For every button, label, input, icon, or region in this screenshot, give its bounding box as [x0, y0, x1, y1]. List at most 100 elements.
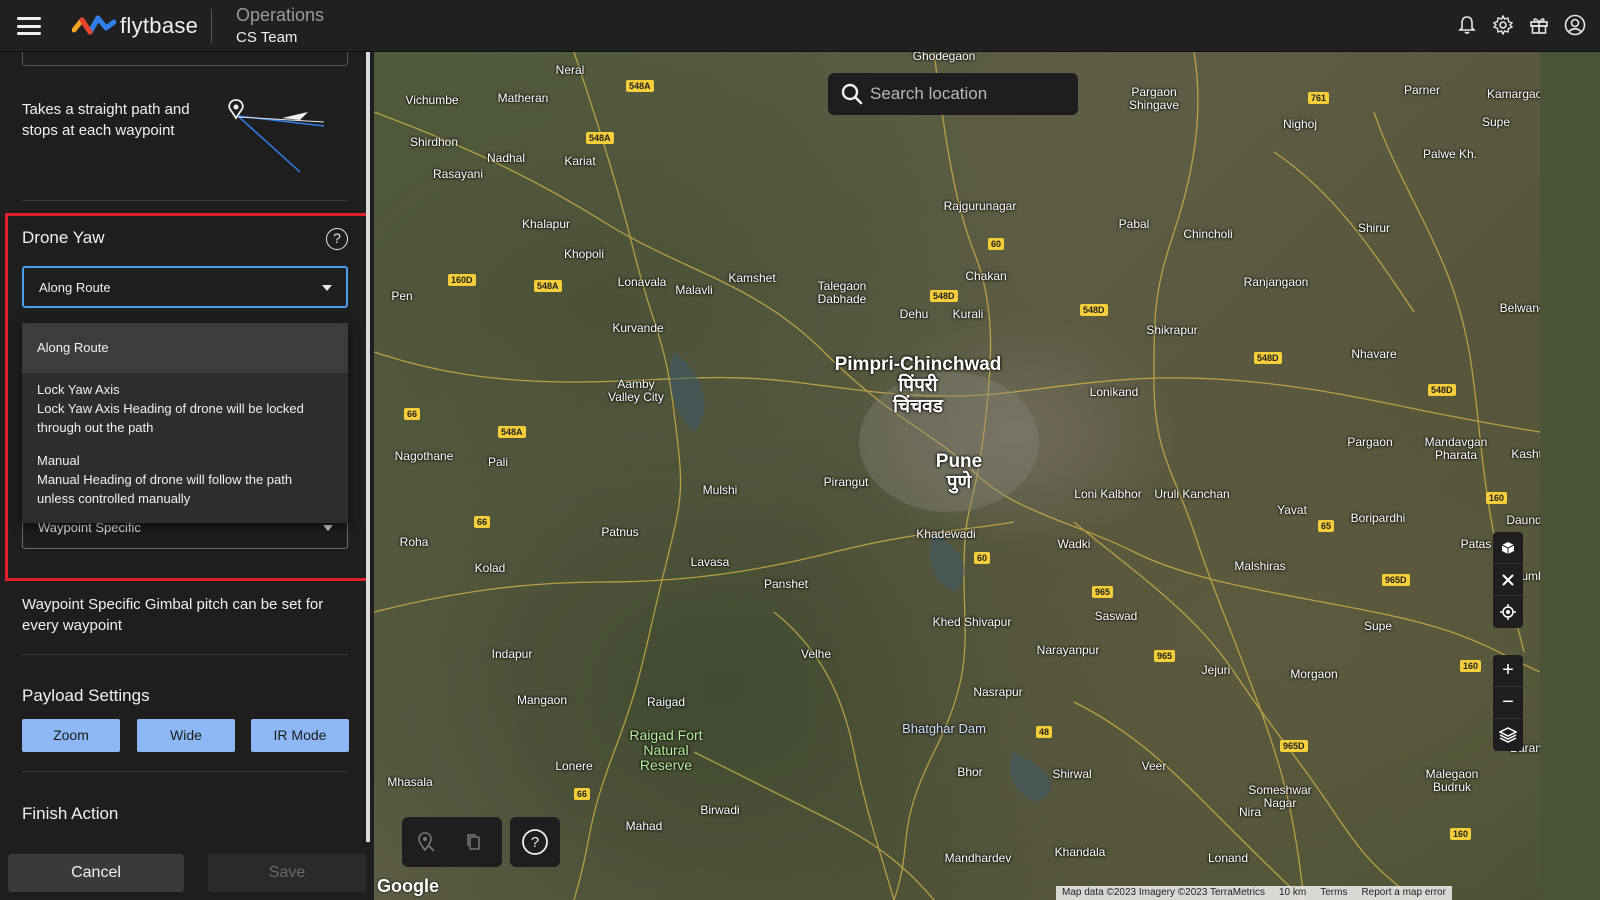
save-button[interactable]: Save: [208, 854, 366, 892]
route-shield: 548A: [498, 426, 526, 438]
map-place-label: Mangaon: [516, 693, 568, 707]
gift-icon[interactable]: [1528, 14, 1550, 36]
map-place-label: Lonand: [1207, 851, 1249, 865]
map-place-label: Raigad: [646, 695, 686, 709]
map-place-label: Aamby Valley City: [608, 377, 664, 404]
map-place-label: Mahad: [625, 819, 663, 833]
route-shield: 66: [474, 516, 491, 528]
map-place-label: Talegaon Dabhade: [817, 279, 867, 306]
route-shield: 548A: [534, 280, 562, 292]
locate-icon[interactable]: [1493, 596, 1523, 628]
map-place-label: Khopoli: [563, 247, 605, 261]
map-place-label: Yavat: [1277, 503, 1307, 517]
map-place-label: Loni Kalbhor: [1074, 487, 1142, 501]
search-icon: [841, 83, 863, 105]
route-shield: 548A: [626, 80, 654, 92]
gear-icon[interactable]: [1492, 14, 1514, 36]
map-edge: [1540, 52, 1600, 900]
map-place-label: Neral: [555, 63, 585, 77]
map-place-label-reserve: Raigad Fort Natural Reserve: [629, 727, 703, 773]
map-tools-bar: [402, 817, 502, 867]
page-title: Operations: [236, 5, 325, 25]
map-data-credit: Map data ©2023 Imagery ©2023 TerraMetric…: [1062, 887, 1265, 898]
header-actions: [1456, 14, 1586, 36]
route-shield: 965D: [1382, 574, 1410, 586]
map-place-label: Pargaon Shingave: [1128, 85, 1180, 112]
ir-mode-button[interactable]: IR Mode: [251, 719, 349, 752]
route-shield: 160D: [448, 274, 476, 286]
map-place-label: Narayanpur: [1036, 643, 1100, 657]
search-location-input[interactable]: Search location: [828, 73, 1078, 115]
map-place-label: Nira: [1238, 805, 1262, 819]
map-place-label: Rasayani: [432, 167, 484, 181]
previous-select-field[interactable]: [22, 52, 348, 66]
map-place-label: Pirangut: [823, 475, 869, 489]
map-place-label: Nasrapur: [973, 685, 1023, 699]
zoom-out-icon[interactable]: −: [1493, 687, 1523, 719]
cube-icon[interactable]: [1493, 532, 1523, 564]
map-place-label: Supe: [1481, 115, 1511, 129]
fullscreen-icon[interactable]: [1493, 564, 1523, 596]
map-zoom-controls: + −: [1493, 655, 1523, 751]
top-bar: flytbase Operations CS Team: [0, 0, 1600, 52]
map-place-label: Bhor: [957, 765, 983, 779]
map-place-label: Lonere: [555, 759, 593, 773]
bell-icon[interactable]: [1456, 14, 1478, 36]
terms-link[interactable]: Terms: [1320, 886, 1347, 900]
waypoint-pin-icon[interactable]: [416, 831, 436, 858]
route-shield: 66: [574, 788, 591, 800]
map-place-label: Nadhal: [486, 151, 526, 165]
zoom-in-icon[interactable]: +: [1493, 655, 1523, 687]
map-place-label: Shirwal: [1052, 767, 1092, 781]
map-place-label: Mandavgan Pharata: [1424, 435, 1488, 462]
map-place-label: Mandhardev: [944, 851, 1012, 865]
section-divider: [22, 654, 348, 655]
cancel-button[interactable]: Cancel: [8, 854, 184, 892]
map-place-label: Khadewadi: [916, 527, 976, 541]
map-place-label: Morgaon: [1290, 667, 1338, 681]
route-shield: 965D: [1280, 740, 1308, 752]
layers-icon[interactable]: [1493, 719, 1523, 751]
map-place-label: Kurvande: [612, 321, 664, 335]
map-place-label: Pali: [487, 455, 509, 469]
map-place-label: Boripardhi: [1350, 511, 1406, 525]
route-shield: 66: [404, 408, 421, 420]
team-name: CS Team: [236, 29, 298, 46]
map-place-label: Ranjangaon: [1243, 275, 1309, 289]
map-scale[interactable]: 10 km: [1279, 886, 1306, 900]
route-shield: 60: [988, 238, 1005, 250]
map-place-label: Panshet: [763, 577, 809, 591]
help-icon: ?: [522, 829, 548, 855]
city-label-pimpri-chinchwad: Pimpri-Chinchwad पिंपरी चिंचवड: [834, 354, 1002, 417]
map-place-label: Patas: [1460, 537, 1492, 551]
map-place-label: Jejuri: [1201, 663, 1231, 677]
map-place-label: Patnus: [601, 525, 639, 539]
flytbase-logo[interactable]: flytbase: [72, 12, 198, 40]
city-label-pune: Pune पुणे: [935, 451, 983, 493]
map-place-label: Palwe Kh.: [1422, 147, 1478, 161]
sidebar-scrollbar[interactable]: [366, 52, 370, 842]
map-place-label: Uruli Kanchan: [1154, 487, 1230, 501]
route-shield: 160: [1486, 492, 1508, 504]
map-attribution: Map data ©2023 Imagery ©2023 TerraMetric…: [1056, 886, 1452, 900]
map-place-label: Kamargaon: [1486, 87, 1540, 101]
account-icon[interactable]: [1564, 14, 1586, 36]
report-error-link[interactable]: Report a map error: [1361, 886, 1445, 900]
map-place-label: Veer: [1141, 759, 1167, 773]
map-place-label: Chincholi: [1183, 227, 1233, 241]
menu-icon[interactable]: [17, 17, 41, 35]
map-place-label: Mulshi: [702, 483, 738, 497]
route-shield: 965: [1154, 650, 1176, 662]
satellite-map[interactable]: Pimpri-Chinchwad पिंपरी चिंचवड Pune पुणे…: [374, 52, 1540, 900]
copy-icon[interactable]: [466, 833, 482, 856]
route-shield: 548D: [930, 290, 958, 302]
search-placeholder: Search location: [870, 84, 988, 103]
map-help-button[interactable]: ?: [510, 817, 560, 867]
straight-path-illustration: [228, 99, 325, 173]
map-place-label: Lonavala: [617, 275, 667, 289]
section-divider: [22, 771, 348, 772]
wide-button[interactable]: Wide: [137, 719, 235, 752]
zoom-button[interactable]: Zoom: [22, 719, 120, 752]
section-divider: [22, 200, 348, 201]
map-place-label: Birwadi: [700, 803, 740, 817]
